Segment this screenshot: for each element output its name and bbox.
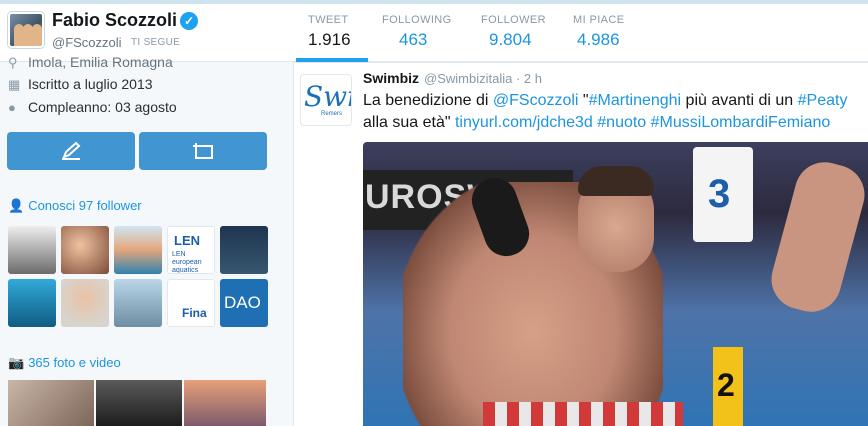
image-swimmer-hair [578, 166, 654, 196]
dao-label: DAO [224, 293, 261, 312]
profile-handle[interactable]: @FScozzoli [52, 35, 122, 50]
image-lane-number: 3 [708, 172, 731, 216]
len-label: LEN european aquatics [172, 251, 202, 274]
stat-following[interactable]: FOLLOWING 463 [382, 14, 452, 50]
photos-text: 365 foto e video [28, 355, 121, 370]
calendar-icon: ▦ [8, 77, 21, 92]
header-accent [0, 0, 868, 4]
media-thumb[interactable] [8, 380, 94, 426]
profile-joined: ▦ Iscritto a luglio 2013 [8, 76, 153, 93]
profile-sidebar: ⚲ Imola, Emilia Romagna ▦ Iscritto a lugli… [0, 54, 284, 426]
verified-icon: ✓ [180, 12, 198, 30]
stat-tweets[interactable]: TWEET 1.916 [308, 14, 351, 50]
stat-likes[interactable]: MI PIACE 4.986 [573, 14, 625, 50]
len-logo: LEN [174, 233, 200, 248]
stat-value: 9.804 [489, 30, 532, 49]
hashtag-link[interactable]: #MussiLombardiFemiano [651, 114, 831, 131]
profile-name[interactable]: Fabio Scozzoli [52, 10, 177, 31]
follower-thumb[interactable] [114, 226, 162, 274]
tweet-text: La benedizione di @FScozzoli "#Martineng… [363, 90, 858, 134]
follower-thumb-fina[interactable]: Fina [167, 279, 215, 327]
image-lane-number-2: 2 [717, 367, 735, 403]
swimbiz-logo: Swi [304, 80, 352, 113]
stat-label: FOLLOWER [481, 14, 546, 26]
compose-icon [62, 141, 81, 160]
tweet-text-part: più avanti di un [681, 92, 798, 109]
message-icon [193, 143, 213, 159]
media-thumb[interactable] [184, 380, 266, 426]
tweet-text-part: alla sua età" [363, 114, 455, 131]
follower-thumb-dao[interactable]: DAO [220, 279, 268, 327]
image-arm [764, 155, 868, 319]
image-lane-rope [483, 402, 683, 426]
hashtag-link[interactable]: #Martinenghi [589, 92, 682, 109]
follower-thumb[interactable] [61, 226, 109, 274]
stat-value: 463 [399, 30, 428, 49]
location-text: Imola, Emilia Romagna [28, 54, 173, 70]
tweet-to-button[interactable] [7, 132, 135, 170]
user-icon: 👤 [8, 198, 25, 213]
mention-link[interactable]: @FScozzoli [493, 92, 579, 109]
follower-thumb[interactable] [220, 226, 268, 274]
profile-location: ⚲ Imola, Emilia Romagna [8, 54, 173, 71]
direct-message-button[interactable] [139, 132, 267, 170]
followers-you-know-link[interactable]: 👤 Conosci 97 follower [8, 198, 142, 214]
follower-thumb[interactable] [114, 279, 162, 327]
tweet-text-part: La benedizione di [363, 92, 493, 109]
profile-header: Fabio Scozzoli ✓ @FScozzoli TI SEGUE TWE… [0, 0, 868, 62]
location-icon: ⚲ [8, 55, 18, 70]
tweet-text-part: " [578, 92, 589, 109]
media-thumb[interactable] [96, 380, 182, 426]
follower-thumb[interactable] [61, 279, 109, 327]
stat-label: FOLLOWING [382, 14, 452, 26]
follows-you-badge: TI SEGUE [131, 37, 181, 48]
hashtag-link[interactable]: #Peaty [798, 92, 848, 109]
tweet-timestamp[interactable]: 2 h [524, 71, 542, 86]
tweet-meta: @Swimbizitalia · 2 h [424, 71, 542, 86]
fina-label: Fina [182, 306, 207, 320]
follower-thumb[interactable] [8, 279, 56, 327]
followers-known-text: Conosci 97 follower [28, 198, 142, 213]
swimbiz-logo-sub: Remers [321, 111, 343, 117]
stat-value: 4.986 [577, 30, 620, 49]
profile-avatar[interactable] [8, 12, 44, 48]
stat-label: TWEET [308, 14, 349, 26]
profile-birthday: ● Compleanno: 03 agosto [8, 99, 177, 115]
hashtag-link[interactable]: #nuoto [597, 114, 646, 131]
follower-thumb[interactable] [8, 226, 56, 274]
photos-videos-link[interactable]: 📷 365 foto e video [8, 355, 121, 371]
tweet-author-avatar[interactable]: Swi Remers [300, 74, 352, 126]
follower-thumb-len[interactable]: LEN LEN european aquatics [167, 226, 215, 274]
tweet-media-image[interactable]: UROSWIM 3 2 [363, 142, 868, 426]
tweet-author-handle[interactable]: @Swimbizitalia [424, 71, 512, 86]
camera-icon: 📷 [8, 355, 25, 370]
balloon-icon: ● [8, 100, 16, 115]
stat-value: 1.916 [308, 30, 351, 49]
stat-followers[interactable]: FOLLOWER 9.804 [481, 14, 546, 50]
tweet-author-name[interactable]: Swimbiz [363, 70, 419, 86]
url-link[interactable]: tinyurl.com/jdche3d [455, 114, 593, 131]
birthday-text: Compleanno: 03 agosto [28, 99, 177, 115]
joined-text: Iscritto a luglio 2013 [28, 76, 153, 92]
stat-label: MI PIACE [573, 14, 625, 26]
